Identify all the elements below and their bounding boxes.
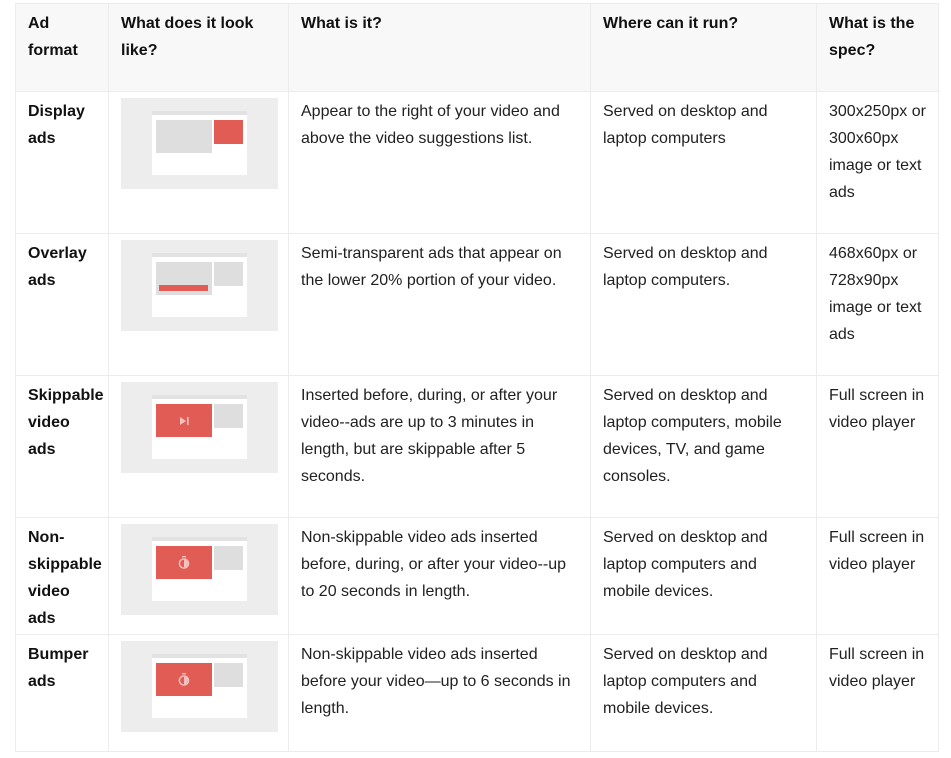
table-header-row: Ad format What does it look like? What i… <box>15 3 939 92</box>
preview-sidebar <box>214 404 243 428</box>
header-where: Where can it run? <box>590 3 817 92</box>
preview-header-strip <box>152 537 247 541</box>
thumbnail-cell <box>108 634 289 752</box>
where-cell: Served on desktop and laptop computers a… <box>590 634 817 752</box>
preview-page <box>152 395 247 459</box>
stopwatch-icon <box>178 556 190 569</box>
preview-overlay-bar <box>159 285 208 291</box>
preview-display-ad <box>214 120 243 144</box>
preview-sidebar <box>214 262 243 286</box>
preview-page <box>152 111 247 175</box>
description-cell: Appear to the right of your video and ab… <box>288 91 591 234</box>
where-cell: Served on desktop and laptop computers a… <box>590 517 817 635</box>
table-row: Non-skippable video ads Non-skippable vi… <box>15 517 939 635</box>
description-cell: Non-skippable video ads inserted before,… <box>288 517 591 635</box>
header-ad-format: Ad format <box>15 3 109 92</box>
ad-format-cell: Bumper ads <box>15 634 109 752</box>
description-cell: Non-skippable video ads inserted before … <box>288 634 591 752</box>
description-cell: Inserted before, during, or after your v… <box>288 375 591 518</box>
thumbnail-cell <box>108 233 289 376</box>
where-cell: Served on desktop and laptop computers. <box>590 233 817 376</box>
preview-header-strip <box>152 253 247 257</box>
spec-cell: 468x60px or 728x90px image or text ads <box>816 233 939 376</box>
header-spec: What is the spec? <box>816 3 939 92</box>
table-row: Skippable video ads Inserted before, dur… <box>15 375 939 518</box>
preview-video-area <box>156 120 212 153</box>
preview-sidebar <box>214 546 243 570</box>
header-look: What does it look like? <box>108 3 289 92</box>
preview-video-ad <box>156 663 212 696</box>
thumbnail-cell <box>108 517 289 635</box>
where-cell: Served on desktop and laptop computers <box>590 91 817 234</box>
description-cell: Semi-transparent ads that appear on the … <box>288 233 591 376</box>
preview-page <box>152 253 247 317</box>
spec-cell: Full screen in video player <box>816 375 939 518</box>
table-row: Bumper ads Non-skippable video ads inser… <box>15 634 939 752</box>
preview-video-ad <box>156 404 212 437</box>
spec-cell: Full screen in video player <box>816 634 939 752</box>
non-skippable-ad-preview <box>121 524 278 615</box>
thumbnail-cell <box>108 375 289 518</box>
preview-header-strip <box>152 111 247 115</box>
ad-format-cell: Display ads <box>15 91 109 234</box>
preview-page <box>152 537 247 601</box>
overlay-ad-preview <box>121 240 278 331</box>
where-cell: Served on desktop and laptop computers, … <box>590 375 817 518</box>
skippable-ad-preview <box>121 382 278 473</box>
ad-formats-table: Ad format What does it look like? What i… <box>15 3 939 752</box>
thumbnail-cell <box>108 91 289 234</box>
preview-video-area <box>156 262 212 295</box>
display-ad-preview <box>121 98 278 189</box>
skip-next-icon <box>180 416 189 425</box>
table-row: Overlay ads Semi-transparent ads that ap… <box>15 233 939 376</box>
preview-header-strip <box>152 395 247 399</box>
ad-format-cell: Non-skippable video ads <box>15 517 109 635</box>
preview-page <box>152 654 247 718</box>
spec-cell: 300x250px or 300x60px image or text ads <box>816 91 939 234</box>
spec-cell: Full screen in video player <box>816 517 939 635</box>
bumper-ad-preview <box>121 641 278 732</box>
ad-format-cell: Overlay ads <box>15 233 109 376</box>
ad-format-cell: Skippable video ads <box>15 375 109 518</box>
preview-sidebar <box>214 663 243 687</box>
preview-video-ad <box>156 546 212 579</box>
header-what: What is it? <box>288 3 591 92</box>
preview-header-strip <box>152 654 247 658</box>
stopwatch-icon <box>178 673 190 686</box>
table-row: Display ads Appear to the right of your … <box>15 91 939 234</box>
